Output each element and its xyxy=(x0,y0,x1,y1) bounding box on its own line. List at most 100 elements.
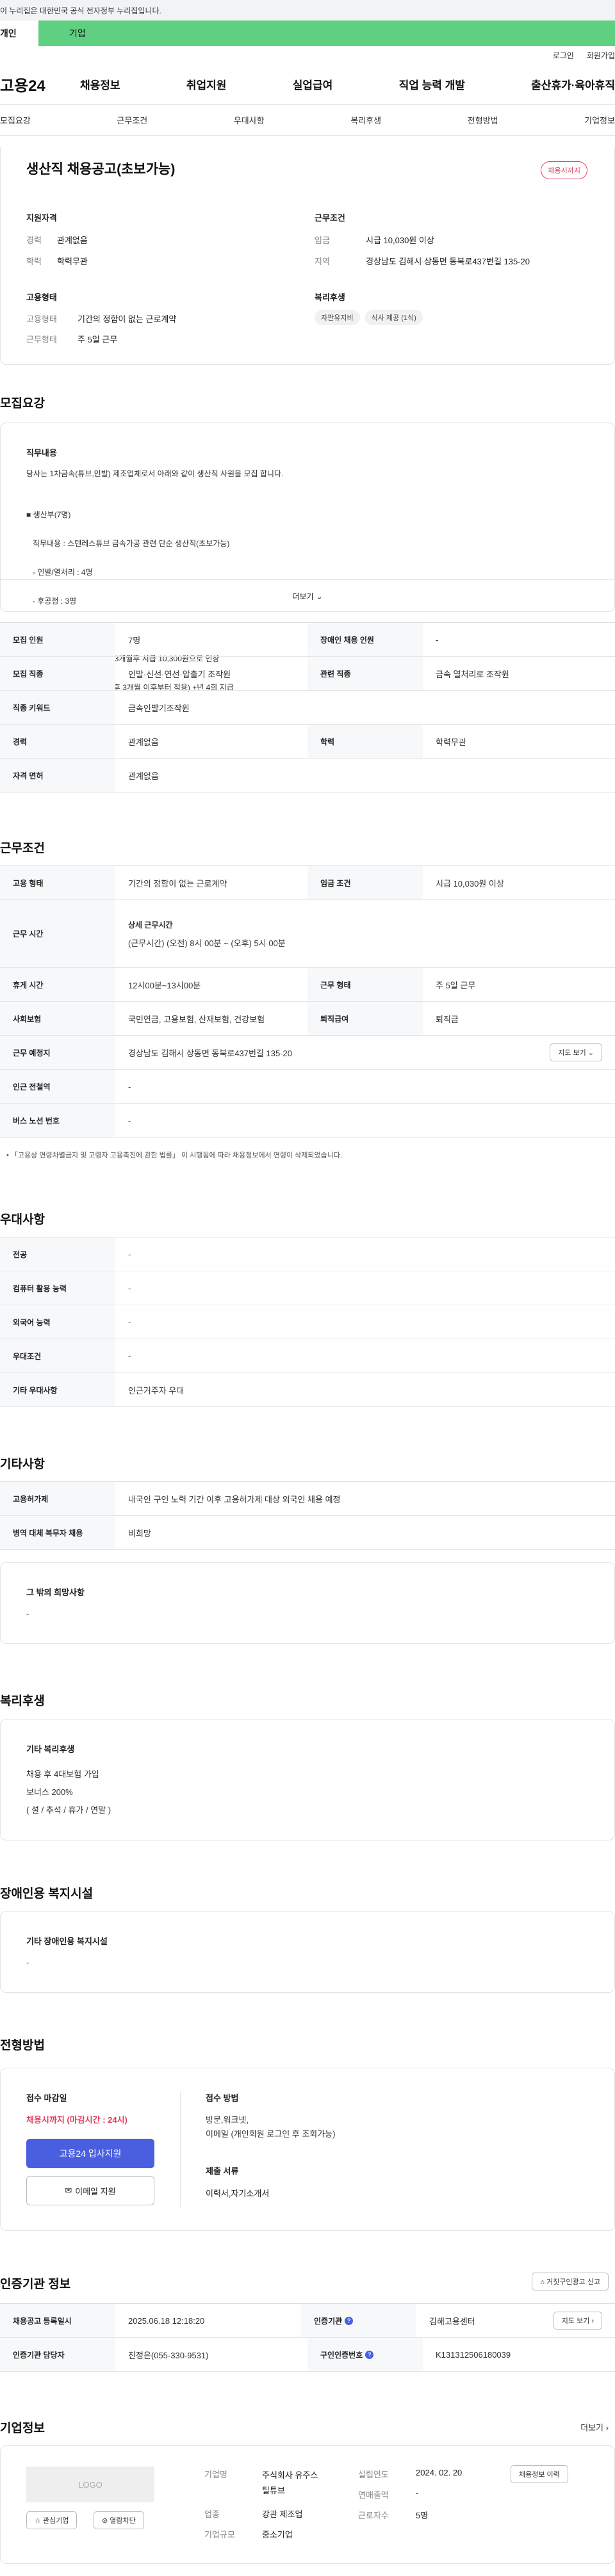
apply-divider xyxy=(180,2091,181,2207)
welfare-line: ( 설 / 추석 / 휴가 / 연말 ) xyxy=(26,1805,111,1815)
edu-value: 학력무관 xyxy=(57,257,88,266)
favorite-company-button[interactable]: ☆ 관심기업 xyxy=(26,2511,78,2529)
etc-title: 기타사항 xyxy=(0,1458,45,1471)
tab-company[interactable]: 기업 xyxy=(38,20,615,46)
tab-individual[interactable]: 개인 xyxy=(0,20,38,46)
num-label: 구인인증번호 xyxy=(320,2350,363,2360)
table-row: 버스 노선 번호 - xyxy=(0,1104,615,1138)
table-row: 고용 형태 기간의 정함이 없는 근로계약 임금 조건 시급 10,030원 이상 xyxy=(0,866,615,900)
cell-label: 채용공고 등록일시 xyxy=(0,2304,115,2337)
cell-value: 인근거주자 우대 xyxy=(128,1385,184,1396)
anchor-pref[interactable]: 우대사항 xyxy=(234,114,265,126)
email-apply-button[interactable]: ✉ 이메일 지원 xyxy=(26,2176,154,2205)
pref-title: 우대사항 xyxy=(0,1213,45,1227)
gnb-item-employment-support[interactable]: 취업지원 xyxy=(186,76,227,92)
company-name-line: 틸튜브 xyxy=(262,2486,285,2495)
place-cell: 경상남도 김해시 상동면 동북로437번길 135-20 지도 보기 ⌄ xyxy=(115,1043,615,1061)
map-button[interactable]: 지도 보기 ⌄ xyxy=(550,1043,602,1061)
chevron-down-icon: ⌄ xyxy=(587,1049,594,1057)
emp-heading: 고용형태 xyxy=(26,293,57,302)
duty-heading: 직무내용 xyxy=(26,448,57,458)
info-icon[interactable]: ? xyxy=(365,2350,374,2359)
disab-heading: 기타 장애인용 복지시설 xyxy=(26,1936,108,1946)
report-button-label: 거짓구인광고 신고 xyxy=(546,2278,600,2286)
exp-item: 경력 관계없음 xyxy=(26,234,88,246)
est-value: 2024. 02. 20 xyxy=(416,2468,463,2477)
welfare-heading: 복리후생 xyxy=(315,293,345,302)
info-icon[interactable]: ? xyxy=(345,2316,354,2325)
sales-label: 연매출액 xyxy=(358,2490,389,2500)
cell-label: 고용허가제 xyxy=(0,1482,115,1515)
welfare-lines: 채용 후 4대보험 가입 보너스 200% ( 설 / 추석 / 휴가 / 연말… xyxy=(26,1766,111,1819)
join-link[interactable]: 회원가입 xyxy=(587,50,615,61)
cell-value: 인발·신선·연선·압출기 조작원 xyxy=(128,669,231,679)
gnb-item-unemployment-benefit[interactable]: 실업급여 xyxy=(293,76,333,92)
wish-heading: 그 밖의 희망사항 xyxy=(26,1588,85,1597)
anchor-selection[interactable]: 전형방법 xyxy=(468,114,498,126)
gnb-item-parental-leave[interactable]: 출산휴가·육아휴직 xyxy=(531,76,615,92)
anchor-workcond[interactable]: 근무조건 xyxy=(117,114,147,126)
hiring-history-button[interactable]: 채용정보 이력 xyxy=(511,2465,568,2483)
emptype-label: 고용형태 xyxy=(26,314,57,324)
table-row: 모집 인원 7명 장애인 채용 인원 - xyxy=(0,623,615,657)
cell-value: - xyxy=(128,1317,131,1327)
star-icon: ☆ xyxy=(35,2517,43,2525)
cell-label: 근무 예정지 xyxy=(0,1036,115,1069)
emptype-value: 기간의 정함이 없는 근로계약 xyxy=(78,314,177,324)
login-link[interactable]: 로그인 xyxy=(553,50,574,61)
welfare-title: 복리후생 xyxy=(0,1695,45,1708)
block-label: 열람차단 xyxy=(110,2517,136,2525)
wage-label: 임금 xyxy=(315,236,330,245)
cell-label: 모집 직종 xyxy=(0,657,115,690)
size-value: 중소기업 xyxy=(262,2530,293,2540)
cell-value: 진정은(055-330-9531) xyxy=(128,2350,209,2360)
method-line: 이메일 (개인회원 로그인 후 조회가능) xyxy=(206,2129,336,2139)
table-row: 경력 관계없음 학력 학력무관 xyxy=(0,725,615,759)
anchor-recruit[interactable]: 모집요강 xyxy=(0,114,31,126)
block-view-button[interactable]: ⊘ 열람차단 xyxy=(94,2511,144,2529)
qual-heading: 지원자격 xyxy=(26,213,57,223)
duty-line: - 인발/열처리 : 4명 xyxy=(26,568,93,577)
cell-label: 학력 xyxy=(308,725,423,758)
etc-table: 고용허가제 내국인 구인 노력 기간 이후 고용허가제 대상 외국인 채용 예정 … xyxy=(0,1481,615,1550)
apply-button[interactable]: 고용24 입사지원 xyxy=(26,2139,154,2168)
welfare-chip: 자판유지비 xyxy=(315,310,360,325)
org-value: 김해고용센터 xyxy=(429,2316,475,2326)
cell-label: 임금 조건 xyxy=(308,866,423,899)
agency-map-button[interactable]: 지도 보기 › xyxy=(553,2312,602,2330)
sales-value: - xyxy=(416,2488,419,2498)
chevron-right-icon: › xyxy=(591,2317,594,2325)
place-value: 경상남도 김해시 상동면 동북로437번길 135-20 xyxy=(128,1048,293,1058)
gnb-item-jobs[interactable]: 채용정보 xyxy=(80,76,120,92)
report-button[interactable]: ⌂ 거짓구인광고 신고 xyxy=(532,2273,609,2290)
gnb-item-skills[interactable]: 직업 능력 개발 xyxy=(399,76,465,92)
cell-label: 모집 인원 xyxy=(0,623,115,656)
company-more-link[interactable]: 더보기 › xyxy=(580,2421,609,2433)
tab-individual-label: 개인 xyxy=(0,28,17,38)
cell-label: 고용 형태 xyxy=(0,866,115,899)
company-name-line: 주식회사 유주스 xyxy=(262,2470,318,2480)
company-more-label: 더보기 xyxy=(580,2423,604,2433)
cell-value: 주 5일 근무 xyxy=(436,980,476,990)
welfare-line: 보너스 200% xyxy=(26,1787,73,1797)
wish-value: - xyxy=(26,1609,29,1618)
anchor-welfare[interactable]: 복리후생 xyxy=(350,114,381,126)
anchor-company[interactable]: 기업정보 xyxy=(584,114,615,126)
edu-item: 학력 학력무관 xyxy=(26,255,88,267)
cell-value: 내국인 구인 노력 기간 이후 고용허가제 대상 외국인 채용 예정 xyxy=(128,1494,341,1504)
org-label: 인증기관 xyxy=(314,2316,343,2326)
wish-card: 그 밖의 희망사항 - xyxy=(0,1562,615,1644)
workform-item: 근무형태 주 5일 근무 xyxy=(26,333,117,345)
table-row: 전공 - xyxy=(0,1237,615,1271)
site-logo[interactable]: 고용24 xyxy=(0,73,80,95)
company-name-label: 기업명 xyxy=(204,2470,227,2479)
cell-value: - xyxy=(128,1115,131,1125)
welfare-card: 기타 복리후생 채용 후 4대보험 가입 보너스 200% ( 설 / 추석 /… xyxy=(0,1719,615,1840)
workcond-title: 근무조건 xyxy=(0,842,45,855)
method-line: 방문,워크넷, xyxy=(206,2115,249,2125)
work-time-value: (근무시간) (오전) 8시 00분 ~ (오후) 5시 00분 xyxy=(128,938,286,948)
cell-label: 컴퓨터 활용 능력 xyxy=(0,1271,115,1305)
duty-more-button[interactable]: 더보기 ⌄ xyxy=(1,579,614,613)
cell-label: 퇴직급여 xyxy=(308,1002,423,1035)
duty-more-label: 더보기 xyxy=(292,592,314,601)
